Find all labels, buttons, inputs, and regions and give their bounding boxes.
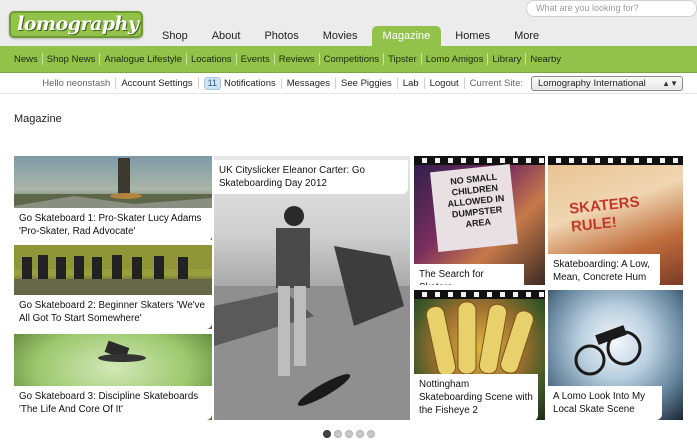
pager-dot[interactable]: [367, 430, 375, 438]
article-caption: Skateboarding: A Low, Mean, Concrete Hum: [548, 254, 660, 285]
main-nav: Shop About Photos Movies Magazine Homes …: [150, 26, 551, 46]
page-title: Magazine: [14, 113, 62, 125]
tab-movies[interactable]: Movies: [311, 26, 370, 46]
see-piggies-link[interactable]: See Piggies: [336, 78, 397, 89]
article-caption: The Search for Skaters: [414, 264, 524, 285]
lomography-logo[interactable]: lomography: [9, 11, 143, 38]
article-caption: Go Skateboard 2: Beginner Skaters 'We've…: [14, 295, 212, 329]
subnav-item-analogue-lifestyle[interactable]: Analogue Lifestyle: [100, 54, 186, 65]
pager-dot[interactable]: [345, 430, 353, 438]
sign-text: NO SMALL CHILDREN ALLOWED IN DUMPSTER AR…: [447, 171, 505, 230]
current-site-select[interactable]: Lomography International ▲▼: [531, 76, 683, 91]
pager-dot[interactable]: [334, 430, 342, 438]
subnav-item-locations[interactable]: Locations: [187, 54, 236, 65]
article-caption: A Lomo Look Into My Local Skate Scene: [548, 386, 662, 420]
article-tile-go-skateboard-3[interactable]: Go Skateboard 3: Discipline Skateboards …: [14, 334, 212, 420]
article-tile-concrete-hum[interactable]: SKATERS RULE! Skateboarding: A Low, Mean…: [548, 156, 683, 285]
notifications-count-badge: 11: [203, 77, 221, 90]
article-caption: Nottingham Skateboarding Scene with the …: [414, 374, 538, 420]
subnav-item-lomo-amigos[interactable]: Lomo Amigos: [422, 54, 488, 65]
subnav-item-shop-news[interactable]: Shop News: [43, 54, 100, 65]
logout-link[interactable]: Logout: [425, 78, 464, 89]
search-input[interactable]: What are you looking for?: [526, 0, 697, 17]
photo-skater-portrait: [214, 206, 410, 420]
article-caption: Go Skateboard 3: Discipline Skateboards …: [14, 386, 212, 420]
lab-link[interactable]: Lab: [398, 78, 424, 89]
article-tile-uk-cityslicker[interactable]: UK Cityslicker Eleanor Carter: Go Skateb…: [214, 156, 410, 420]
subnav-item-nearby[interactable]: Nearby: [526, 54, 565, 65]
subnav-item-reviews[interactable]: Reviews: [275, 54, 319, 65]
pager-dot[interactable]: [356, 430, 364, 438]
top-header: lomography Shop About Photos Movies Maga…: [0, 0, 697, 46]
select-arrows-icon: ▲▼: [662, 79, 678, 88]
user-bar: Hello neonstash Account Settings 11 Notif…: [0, 74, 697, 94]
subnav-item-tipster[interactable]: Tipster: [384, 54, 421, 65]
article-tile-nottingham[interactable]: Nottingham Skateboarding Scene with the …: [414, 290, 545, 420]
messages-link[interactable]: Messages: [282, 78, 335, 89]
notifications-link[interactable]: 11 Notifications: [199, 77, 281, 90]
subnav-item-competitions[interactable]: Competitions: [320, 54, 383, 65]
tab-more[interactable]: More: [502, 26, 551, 46]
article-caption: Go Skateboard 1: Pro-Skater Lucy Adams '…: [14, 208, 212, 240]
article-tile-go-skateboard-2[interactable]: Go Skateboard 2: Beginner Skaters 'We've…: [14, 245, 212, 329]
tab-shop[interactable]: Shop: [150, 26, 200, 46]
account-settings-link[interactable]: Account Settings: [116, 78, 197, 89]
subnav-item-news[interactable]: News: [10, 54, 42, 65]
tab-photos[interactable]: Photos: [252, 26, 310, 46]
carousel-pager: [323, 430, 375, 438]
tab-about[interactable]: About: [200, 26, 253, 46]
current-site-label: Current Site:: [469, 78, 523, 89]
notifications-label: Notifications: [223, 78, 276, 89]
article-tile-go-skateboard-1[interactable]: Go Skateboard 1: Pro-Skater Lucy Adams '…: [14, 156, 212, 240]
article-tile-search-for-skaters[interactable]: NO SMALL CHILDREN ALLOWED IN DUMPSTER AR…: [414, 156, 545, 285]
greeting: Hello neonstash: [42, 78, 111, 89]
skaters-rule-text: SKATERS RULE!: [568, 193, 641, 236]
article-caption: UK Cityslicker Eleanor Carter: Go Skateb…: [214, 160, 408, 194]
film-border: [548, 156, 683, 165]
pager-dot[interactable]: [323, 430, 331, 438]
subnav-item-events[interactable]: Events: [237, 54, 274, 65]
tab-magazine[interactable]: Magazine: [371, 26, 442, 46]
magazine-subnav: News Shop News Analogue Lifestyle Locati…: [0, 46, 697, 73]
tab-homes[interactable]: Homes: [443, 26, 502, 46]
article-tile-local-skate-scene[interactable]: A Lomo Look Into My Local Skate Scene: [548, 290, 683, 420]
subnav-item-library[interactable]: Library: [488, 54, 525, 65]
